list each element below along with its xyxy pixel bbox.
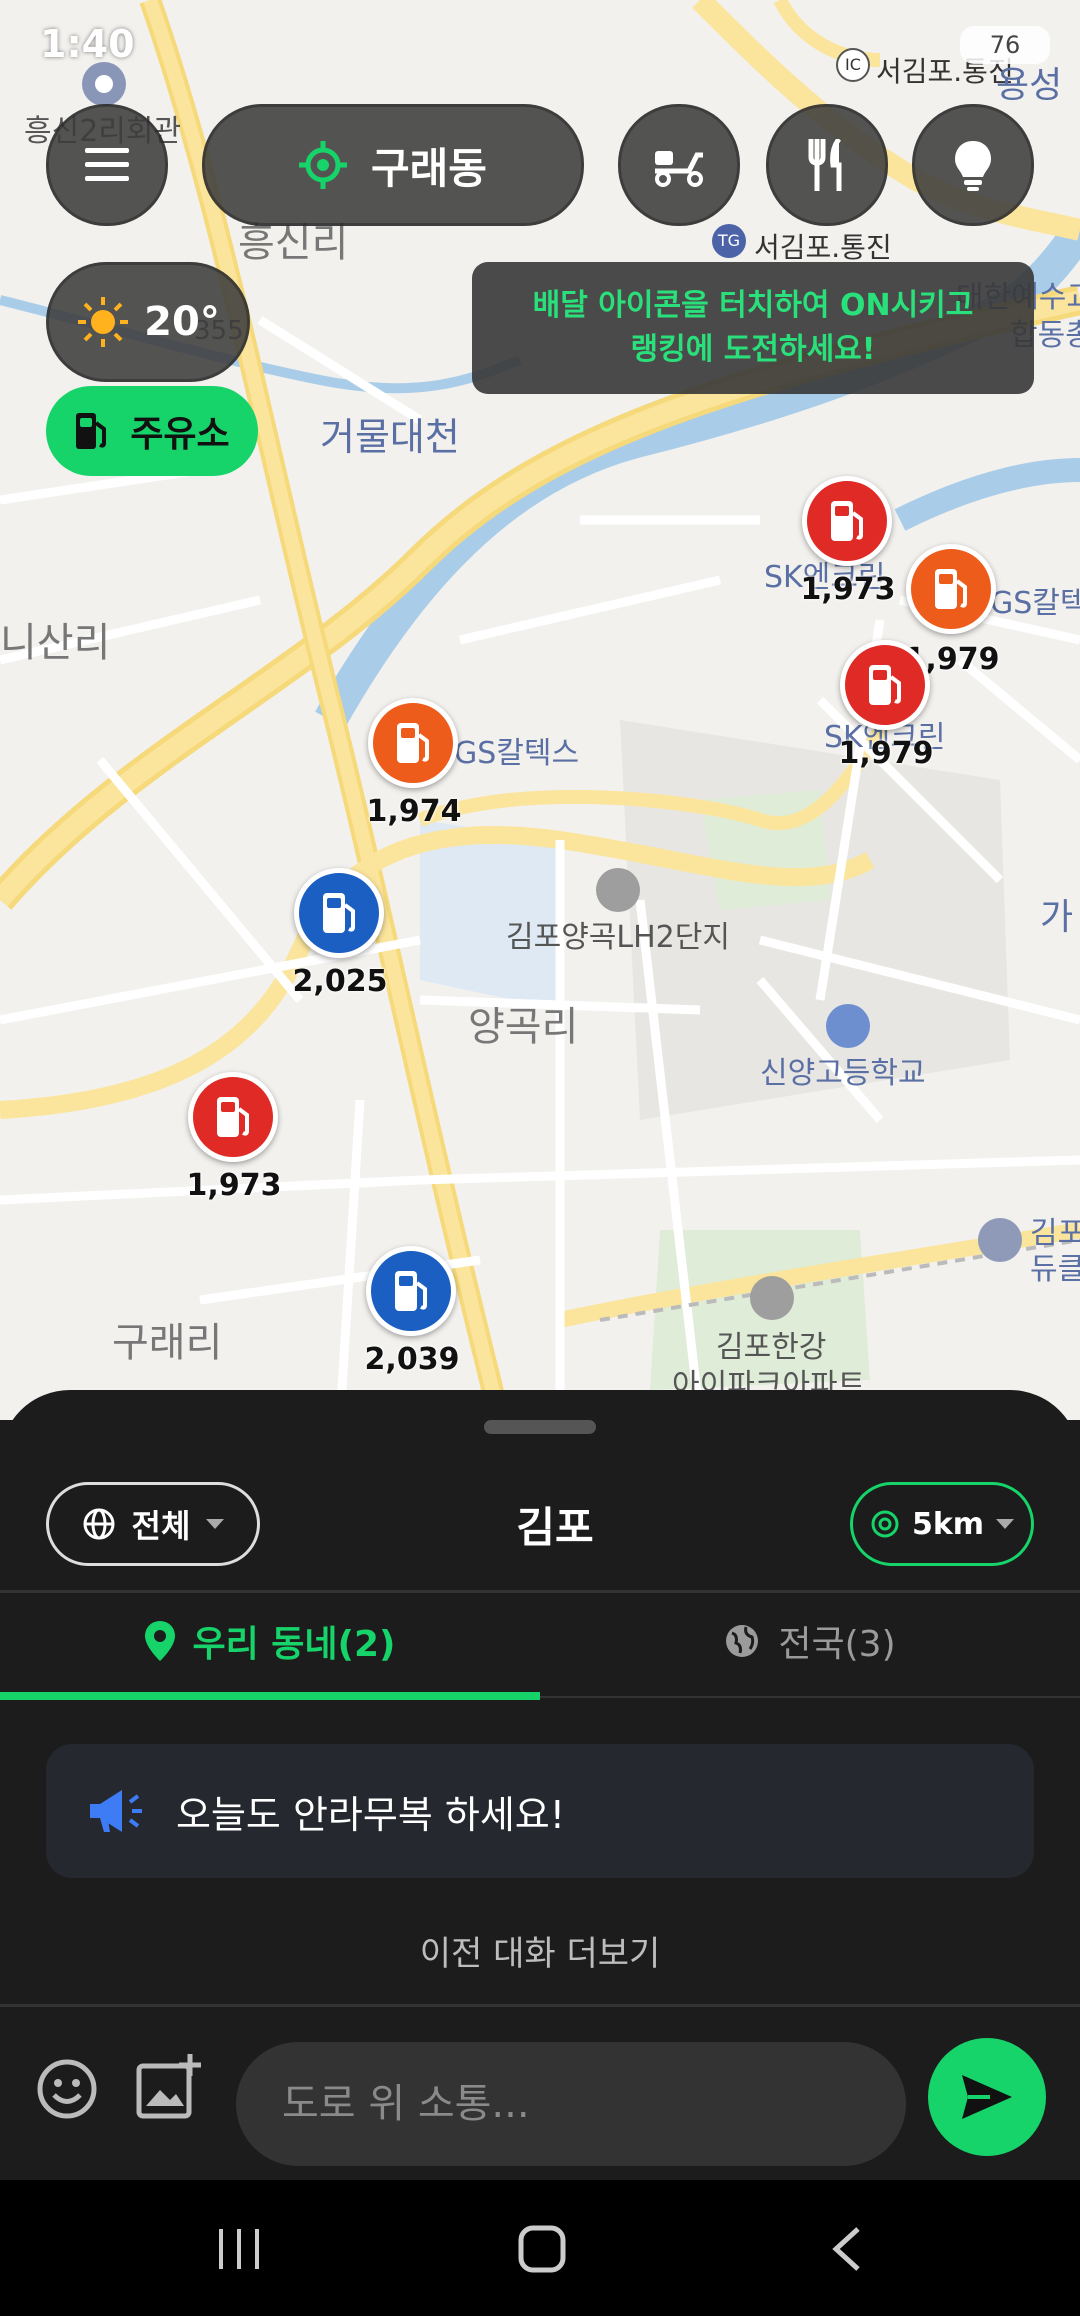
fuel-pump-icon xyxy=(395,1271,427,1311)
scooter-icon xyxy=(655,151,703,187)
gas-station-pin[interactable] xyxy=(366,1246,456,1336)
map-label: 구래리 xyxy=(112,1320,223,1366)
location-pin-icon xyxy=(144,1621,175,1661)
radius-dropdown[interactable]: 5km xyxy=(850,1482,1034,1566)
recent-apps-button[interactable] xyxy=(200,2214,280,2284)
tooltip-line: 랭킹에 도전하세요! xyxy=(630,332,876,367)
delivery-tooltip: 배달 아이콘을 터치하여 ON시키고 랭킹에 도전하세요! xyxy=(472,262,1034,394)
map-label: 가 xyxy=(1040,897,1074,938)
gas-station-pin[interactable] xyxy=(840,640,930,730)
divider xyxy=(0,1590,1080,1593)
weather-button[interactable]: 20° xyxy=(46,262,250,382)
radius-label: 5km xyxy=(911,1506,985,1542)
location-button[interactable]: 구래동 xyxy=(202,104,584,226)
filter-label: 전체 xyxy=(131,1507,191,1545)
filter-dropdown[interactable]: 전체 xyxy=(46,1482,260,1566)
map-label: 서김포.통진 xyxy=(754,231,892,264)
load-previous-chat-link[interactable]: 이전 대화 더보기 xyxy=(0,1926,1080,1975)
fuel-pump-icon xyxy=(831,501,863,541)
tg-badge-icon: TG xyxy=(712,224,746,258)
globe-icon xyxy=(726,1625,759,1657)
tooltip-line: 배달 아이콘을 터치하여 ON시키고 xyxy=(532,288,974,323)
gas-price-label: 1,974 xyxy=(366,794,462,829)
gas-station-pin[interactable] xyxy=(294,868,384,958)
chat-bottom-sheet: 전체 김포 5km 우리 동네(2) 전국(3) 오늘도 안라무복 하세요! 이… xyxy=(0,1390,1080,2180)
fuel-pump-icon xyxy=(397,723,429,763)
hamburger-icon xyxy=(85,148,129,181)
map-label: 신양고등학교 xyxy=(760,1056,926,1091)
fuel-pump-icon xyxy=(935,569,967,609)
school-poi-icon xyxy=(826,1004,870,1048)
menu-button[interactable] xyxy=(46,104,168,226)
home-icon xyxy=(518,2225,566,2273)
gas-price-label: 1,973 xyxy=(800,572,896,607)
fuel-pump-icon xyxy=(76,413,107,449)
region-title: 김포 xyxy=(516,1503,594,1552)
active-tab-indicator xyxy=(0,1692,540,1700)
send-icon xyxy=(962,2075,1012,2119)
back-icon xyxy=(832,2227,860,2271)
divider xyxy=(0,2004,1080,2007)
restaurant-button[interactable] xyxy=(766,104,888,226)
notice-banner: 오늘도 안라무복 하세요! xyxy=(46,1744,1034,1878)
tab-local[interactable]: 우리 동네(2) xyxy=(0,1596,540,1686)
chevron-down-icon xyxy=(996,1519,1015,1529)
status-time: 1:40 xyxy=(40,22,135,66)
gas-station-pin[interactable] xyxy=(368,698,458,788)
map-view[interactable]: 흥신2리회관 흥신리 서김포.통진 서김포.통진 용성 대한예수교 합동총 거물… xyxy=(0,0,1080,1420)
system-nav-bar xyxy=(0,2180,1080,2316)
gas-price-label: 1,979 xyxy=(838,736,934,771)
map-label: GS칼텍 xyxy=(990,586,1080,621)
map-label: GS칼텍스 xyxy=(454,736,580,771)
tab-nationwide-label: 전국(3) xyxy=(778,1624,896,1665)
fork-knife-icon xyxy=(808,139,842,191)
sheet-drag-handle[interactable] xyxy=(484,1420,596,1434)
home-button[interactable] xyxy=(502,2214,582,2284)
send-button[interactable] xyxy=(928,2038,1046,2156)
tips-button[interactable] xyxy=(912,104,1034,226)
lightbulb-icon xyxy=(955,141,991,191)
map-label: 듀클 xyxy=(1030,1252,1080,1287)
globe-icon xyxy=(83,1508,115,1540)
gas-price-label: 2,039 xyxy=(364,1342,460,1377)
chat-message-input[interactable] xyxy=(236,2042,906,2166)
recent-apps-icon xyxy=(219,2229,259,2269)
map-label: 니산리 xyxy=(0,620,111,666)
notice-text: 오늘도 안라무복 하세요! xyxy=(176,1792,565,1837)
gas-station-pin[interactable] xyxy=(906,544,996,634)
megaphone-icon xyxy=(90,1790,142,1832)
chat-input-bar xyxy=(0,2010,1080,2180)
gas-station-pin[interactable] xyxy=(802,476,892,566)
gas-station-pin[interactable] xyxy=(188,1072,278,1162)
sun-icon xyxy=(78,297,129,347)
chevron-down-icon xyxy=(206,1519,225,1529)
gas-price-label: 1,973 xyxy=(186,1168,282,1203)
radius-icon xyxy=(871,1510,899,1538)
map-label: 양곡리 xyxy=(468,1004,579,1050)
fuel-pump-icon xyxy=(217,1097,249,1137)
tab-local-label: 우리 동네(2) xyxy=(192,1624,396,1665)
fuel-pump-icon xyxy=(869,665,901,705)
add-photo-icon[interactable] xyxy=(136,2054,202,2120)
gas-price-label: 2,025 xyxy=(292,964,388,999)
gas-station-label: 주유소 xyxy=(130,414,230,455)
status-bar: 1:40 76 xyxy=(0,0,1080,90)
delivery-toggle-button[interactable] xyxy=(618,104,740,226)
location-label: 구래동 xyxy=(371,143,487,193)
gas-station-filter-button[interactable]: 주유소 xyxy=(46,386,258,476)
tab-nationwide[interactable]: 전국(3) xyxy=(540,1596,1080,1686)
divider xyxy=(540,1696,1080,1698)
apartment-poi-icon xyxy=(750,1276,794,1320)
map-label: 김포양곡LH2단지 xyxy=(506,920,730,955)
map-label: 거물대천 xyxy=(320,415,460,459)
battery-indicator: 76 xyxy=(960,26,1050,64)
emoji-icon[interactable] xyxy=(36,2058,98,2120)
locate-target-icon xyxy=(299,141,348,189)
fuel-pump-icon xyxy=(323,893,355,933)
weather-temp: 20° xyxy=(144,299,220,345)
building-poi-icon xyxy=(596,868,640,912)
back-button[interactable] xyxy=(806,2214,886,2284)
building-poi-icon xyxy=(978,1218,1022,1262)
